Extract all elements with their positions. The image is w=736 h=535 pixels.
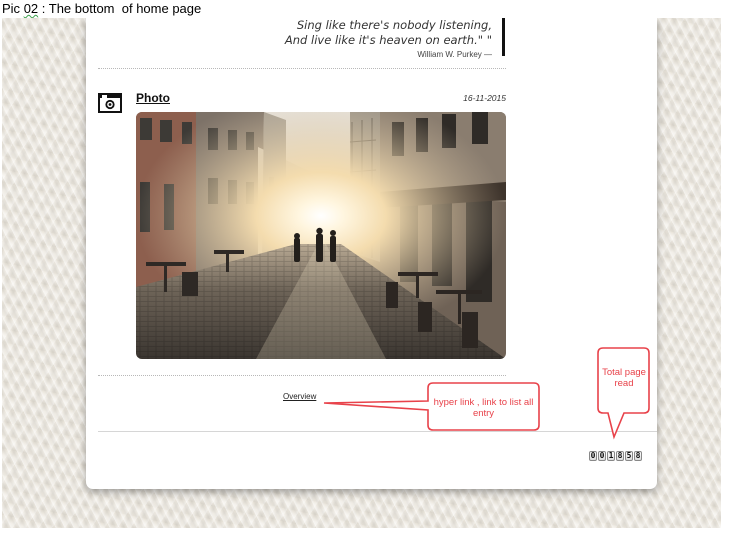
counter-callout-bubble [597, 347, 650, 440]
counter-callout-text: Total page read [602, 367, 646, 389]
annotation-overlay [323, 347, 650, 440]
link-callout-text: hyper link , link to list all entry [433, 397, 534, 419]
